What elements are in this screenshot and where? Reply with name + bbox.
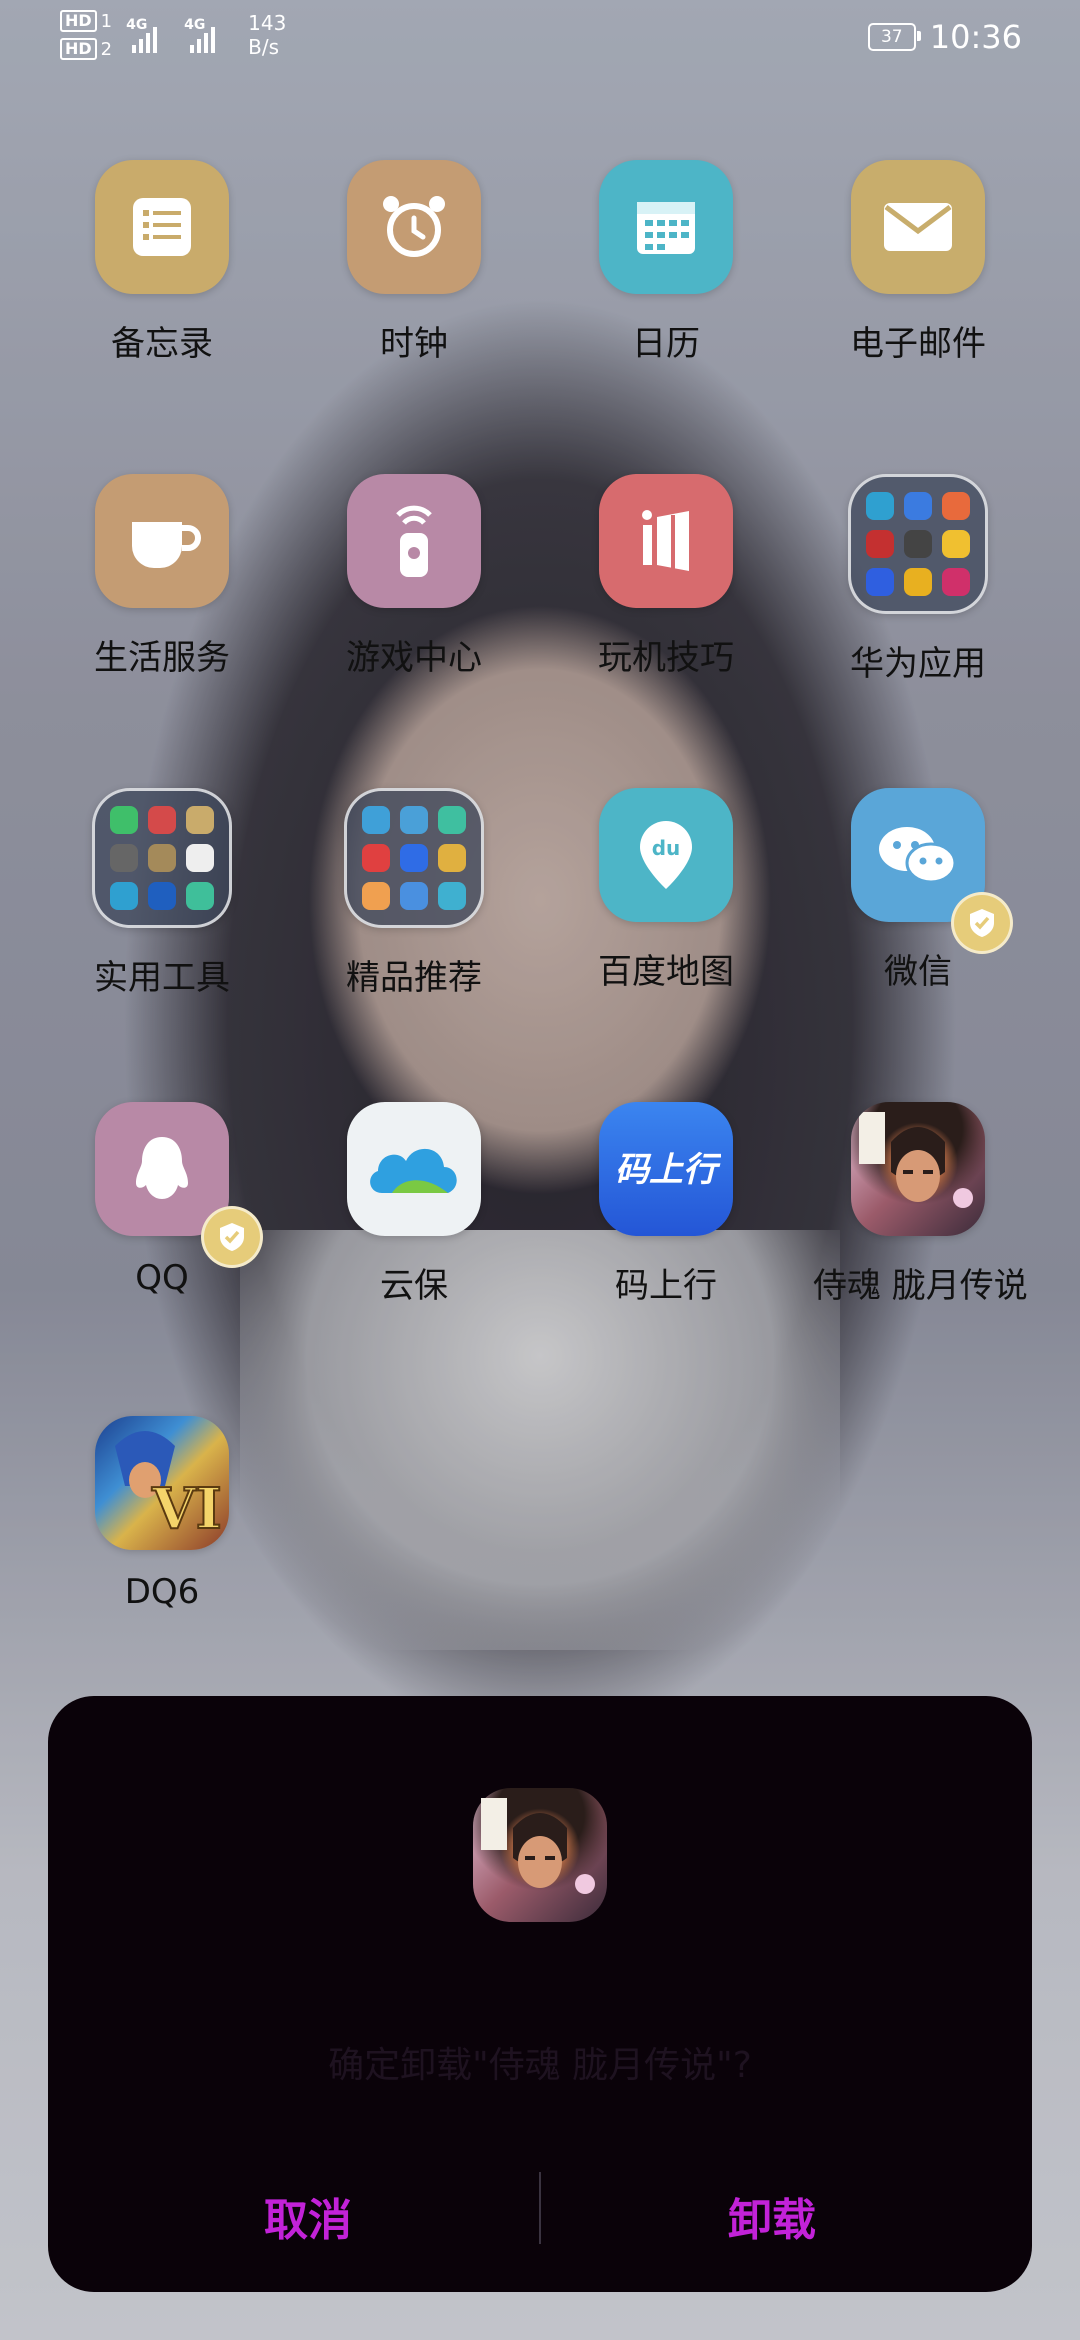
uninstall-dialog: 确定卸载"侍魂 胧月传说"? 取消 卸载 — [48, 1696, 1032, 2292]
app-mashangxing[interactable]: 码上行 码上行 — [561, 1102, 771, 1307]
baidu-map-icon: du — [599, 788, 733, 922]
folder-recommended[interactable]: 精品推荐 — [309, 788, 519, 999]
signal-sim1-icon: 4G — [126, 15, 170, 55]
game-samurai-icon — [473, 1788, 607, 1922]
app-baidu-map[interactable]: du 百度地图 — [561, 788, 771, 993]
uninstall-button[interactable]: 卸载 — [542, 2176, 1002, 2256]
uninstall-message: 确定卸载"侍魂 胧月传说"? — [328, 2045, 752, 2086]
app-email[interactable]: 电子邮件 — [813, 160, 1023, 365]
svg-text:VI: VI — [151, 1476, 222, 1542]
network-speed: 143 B/s — [248, 11, 287, 59]
calendar-icon — [599, 160, 733, 294]
app-calendar[interactable]: 日历 — [561, 160, 771, 365]
tips-icon — [599, 474, 733, 608]
verified-badge-icon — [951, 892, 1013, 954]
app-game-center[interactable]: 游戏中心 — [309, 474, 519, 679]
verified-badge-icon — [201, 1206, 263, 1268]
mail-icon — [851, 160, 985, 294]
status-bar: HD 1 HD 2 4G 4G 143 B/s 37 10:36 — [0, 0, 1080, 80]
app-dq6[interactable]: VI DQ6 — [57, 1416, 267, 1612]
app-qq[interactable]: QQ — [57, 1102, 267, 1298]
alarm-clock-icon — [347, 160, 481, 294]
app-tips[interactable]: 玩机技巧 — [561, 474, 771, 679]
game-samurai-icon — [851, 1102, 985, 1236]
button-divider — [539, 2172, 541, 2244]
app-samurai-game[interactable]: 侍魂 胧月传说 — [813, 1102, 1028, 1307]
app-cloud-backup[interactable]: 云保 — [309, 1102, 519, 1307]
app-memo[interactable]: 备忘录 — [57, 160, 267, 365]
code-qr-icon: 码上行 — [599, 1102, 733, 1236]
app-clock[interactable]: 时钟 — [309, 160, 519, 365]
app-wechat[interactable]: 微信 — [813, 788, 1023, 993]
folder-icon — [92, 788, 232, 928]
app-life-service[interactable]: 生活服务 — [57, 474, 267, 679]
clock-time: 10:36 — [929, 18, 1022, 56]
cloud-icon — [347, 1102, 481, 1236]
coffee-cup-icon — [95, 474, 229, 608]
folder-huawei-apps[interactable]: 华为应用 — [813, 474, 1023, 685]
hd-sim1-indicator: HD 1 — [60, 10, 112, 32]
folder-icon — [848, 474, 988, 614]
svg-text:du: du — [652, 836, 681, 860]
cancel-button[interactable]: 取消 — [78, 2176, 538, 2256]
folder-utilities[interactable]: 实用工具 — [57, 788, 267, 999]
battery-icon: 37 — [867, 23, 921, 51]
remote-icon — [347, 474, 481, 608]
svg-text:码上行: 码上行 — [615, 1150, 721, 1190]
signal-sim2-icon: 4G — [184, 15, 228, 55]
game-dq6-icon: VI — [95, 1416, 229, 1550]
notes-icon — [95, 160, 229, 294]
hd-sim2-indicator: HD 2 — [60, 38, 112, 60]
folder-icon — [344, 788, 484, 928]
